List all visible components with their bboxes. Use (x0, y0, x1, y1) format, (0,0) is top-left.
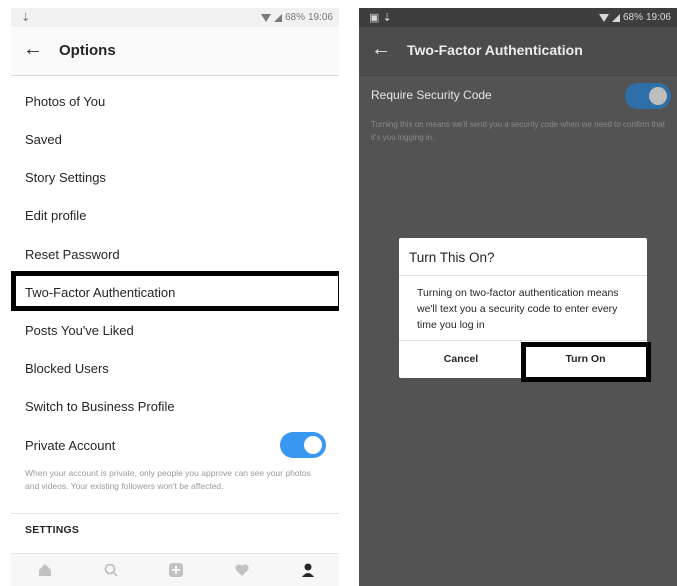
settings-section-header: SETTINGS (25, 524, 80, 536)
dialog-title: Turn This On? (409, 250, 495, 265)
option-photos-of-you[interactable]: Photos of You (25, 94, 105, 109)
arrow-left-icon[interactable]: ← (23, 39, 43, 59)
private-account-toggle[interactable] (280, 432, 326, 458)
highlight-box (521, 342, 651, 382)
option-story-settings[interactable]: Story Settings (25, 170, 106, 185)
cancel-button[interactable]: Cancel (399, 340, 523, 378)
app-bar: ← Options (11, 27, 339, 76)
option-posts-liked[interactable]: Posts You've Liked (25, 323, 134, 338)
option-blocked-users[interactable]: Blocked Users (25, 361, 109, 376)
heart-icon[interactable] (232, 562, 252, 580)
arrow-left-icon[interactable]: ← (371, 39, 391, 59)
clock: 19:06 (645, 12, 671, 23)
highlight-box (11, 271, 339, 311)
toggle-knob (304, 436, 322, 454)
two-factor-screen: ▣ ⇣ 68% 19:06 ← Two-Factor Authenticatio… (359, 8, 677, 586)
download-icon: ⇣ (21, 12, 31, 24)
page-title: Options (59, 42, 116, 59)
battery-level: 68% (284, 12, 305, 23)
option-edit-profile[interactable]: Edit profile (25, 208, 86, 223)
status-bar: ⇣ 68% 19:06 (11, 8, 339, 27)
wifi-icon (260, 13, 271, 22)
gallery-icon: ▣ ⇣ (369, 12, 392, 24)
require-code-description: Turning this on means we'll send you a s… (371, 120, 665, 142)
clock: 19:06 (307, 12, 333, 23)
require-code-label: Require Security Code (371, 88, 492, 102)
option-saved[interactable]: Saved (25, 132, 62, 147)
option-reset-password[interactable]: Reset Password (25, 247, 120, 262)
divider (11, 513, 339, 514)
dialog-body: Turning on two-factor authentication mea… (417, 287, 619, 331)
divider (399, 275, 647, 276)
page-title: Two-Factor Authentication (407, 42, 583, 58)
signal-icon (273, 13, 282, 22)
profile-icon[interactable] (298, 562, 318, 580)
add-icon[interactable] (166, 562, 186, 580)
private-account-helper: When your account is private, only peopl… (25, 468, 311, 491)
signal-icon (611, 13, 620, 22)
bottom-tab-bar (11, 553, 339, 586)
private-account-label: Private Account (25, 438, 116, 453)
option-switch-business[interactable]: Switch to Business Profile (25, 399, 175, 414)
status-bar: ▣ ⇣ 68% 19:06 (359, 8, 677, 27)
app-bar: ← Two-Factor Authentication (359, 27, 677, 76)
toggle-knob (649, 87, 667, 105)
require-code-toggle[interactable] (625, 83, 671, 109)
search-icon[interactable] (101, 562, 121, 580)
home-icon[interactable] (35, 562, 55, 580)
wifi-icon (598, 13, 609, 22)
options-screen: ⇣ 68% 19:06 ← Options Photos of You Save… (11, 8, 339, 586)
battery-level: 68% (622, 12, 643, 23)
